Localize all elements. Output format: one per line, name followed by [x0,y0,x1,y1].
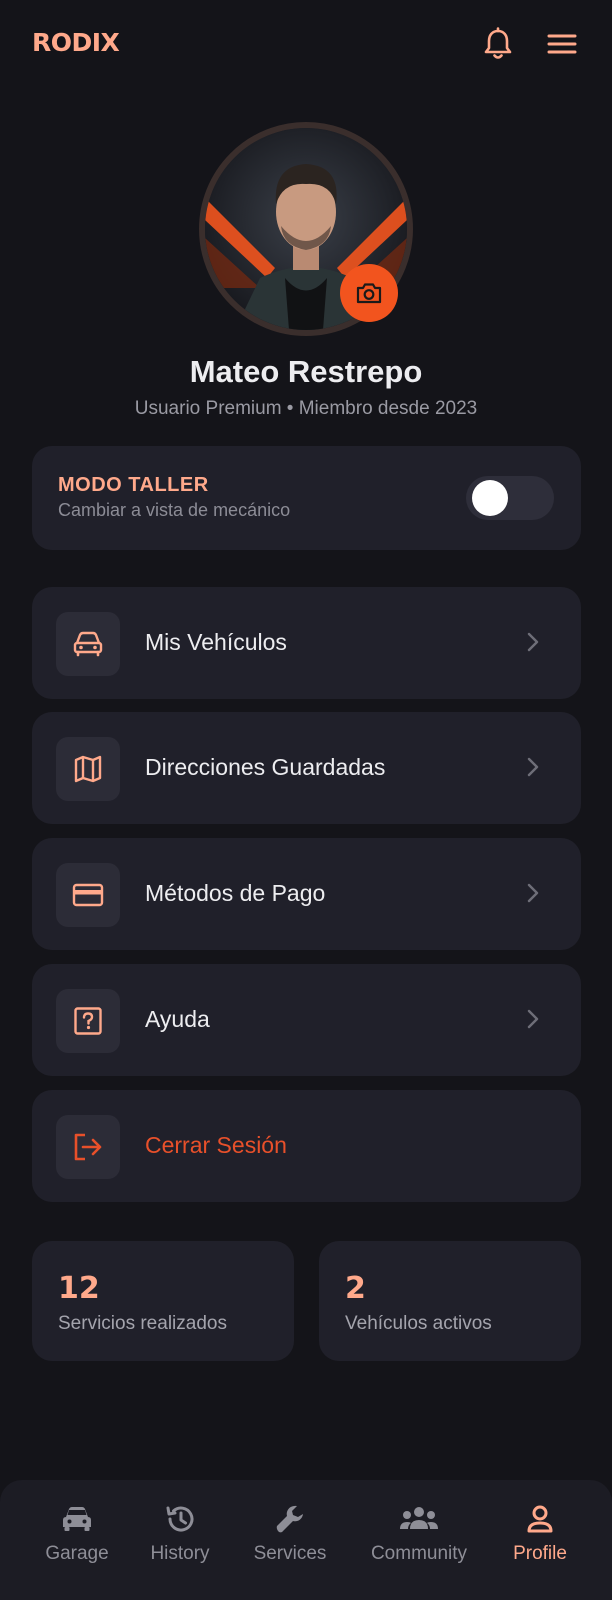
nav-label: Garage [45,1543,109,1564]
notifications-button[interactable] [480,26,516,62]
hamburger-icon [547,34,577,54]
car-icon-tile [56,612,120,676]
logout-button[interactable]: Cerrar Sesión [32,1090,581,1202]
help-icon-tile [56,989,120,1053]
credit-card-icon-tile [56,863,120,927]
nav-item-garage[interactable]: Garage [22,1502,132,1565]
app-logo[interactable]: RODIX [32,28,120,57]
change-photo-button[interactable] [340,264,398,322]
workshop-mode-card: MODO TALLER Cambiar a vista de mecánico [32,446,581,550]
camera-icon [356,283,382,304]
history-icon [166,1506,194,1532]
car-icon [73,631,103,657]
stat-label: Vehículos activos [345,1313,492,1334]
menu-item-payment-methods[interactable]: Métodos de Pago [32,838,581,950]
chevron-right-icon [527,883,539,903]
bell-icon [484,27,512,59]
nav-item-history[interactable]: History [125,1502,235,1565]
map-icon-tile [56,737,120,801]
stat-value: 12 [58,1271,100,1306]
menu-item-label: Direcciones Guardadas [145,754,386,780]
nav-item-services[interactable]: Services [235,1502,345,1565]
menu-item-label: Mis Vehículos [145,629,287,655]
stat-card-services: 12 Servicios realizados [32,1241,294,1361]
profile-name: Mateo Restrepo [189,354,423,389]
bottom-navigation: Garage History Services Community Profil… [0,1480,612,1600]
help-icon [74,1007,102,1035]
stat-card-vehicles: 2 Vehículos activos [319,1241,581,1361]
nav-item-community[interactable]: Community [363,1502,475,1565]
logout-icon [74,1133,102,1161]
nav-label: Services [253,1543,327,1564]
car-icon [63,1507,91,1531]
menu-button[interactable] [544,26,580,62]
logout-label: Cerrar Sesión [145,1132,287,1158]
chevron-right-icon [527,757,539,777]
menu-item-addresses[interactable]: Direcciones Guardadas [32,712,581,824]
nav-label: History [150,1543,210,1564]
nav-label: Profile [513,1543,567,1564]
credit-card-icon [72,883,104,907]
toggle-knob [472,480,508,516]
chevron-right-icon [527,1009,539,1029]
menu-item-label: Métodos de Pago [145,880,326,906]
map-icon [74,755,102,783]
menu-item-vehicles[interactable]: Mis Vehículos [32,587,581,699]
nav-item-profile[interactable]: Profile [485,1502,595,1565]
menu-item-help[interactable]: Ayuda [32,964,581,1076]
nav-label: Community [370,1543,468,1564]
workshop-mode-title: MODO TALLER [58,474,209,496]
stat-label: Servicios realizados [58,1313,227,1334]
person-icon [527,1505,553,1533]
logout-icon-tile [56,1115,120,1179]
stat-value: 2 [345,1271,366,1306]
workshop-mode-toggle[interactable] [466,476,554,520]
chevron-right-icon [527,632,539,652]
app-header: RODIX [0,0,612,92]
wrench-icon [276,1505,303,1533]
profile-subtitle: Usuario Premium • Miembro desde 2023 [134,398,478,419]
workshop-mode-subtitle: Cambiar a vista de mecánico [58,500,291,520]
menu-item-label: Ayuda [145,1006,210,1032]
group-icon [400,1507,438,1529]
